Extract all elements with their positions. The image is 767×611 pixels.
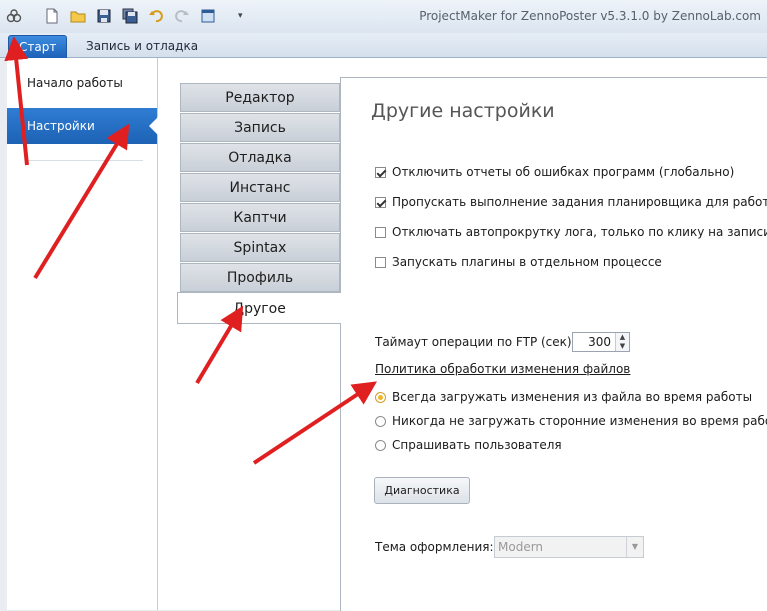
tab-record[interactable]: Запись	[180, 113, 340, 142]
radio-always-load[interactable]: Всегда загружать изменения из файла во в…	[375, 388, 752, 406]
checkbox-plugins-separate-process[interactable]: Запускать плагины в отдельном процессе	[375, 253, 662, 271]
undo-icon[interactable]	[148, 8, 164, 24]
theme-select[interactable]: Modern ▼	[494, 536, 644, 558]
window-title: ProjectMaker for ZennoPoster v5.3.1.0 by…	[419, 9, 761, 23]
settings-area: Редактор Запись Отладка Инстанс Каптчи S…	[158, 58, 767, 611]
checkbox-label: Отключить отчеты об ошибках программ (гл…	[392, 165, 735, 179]
theme-label: Тема оформления:	[375, 540, 494, 554]
tab-start[interactable]: Старт	[8, 35, 68, 58]
ftp-timeout-stepper[interactable]: 300 ▲ ▼	[572, 332, 630, 352]
ftp-timeout-value[interactable]: 300	[588, 335, 611, 349]
tab-editor[interactable]: Редактор	[180, 83, 340, 112]
checkbox-label: Отключать автопрокрутку лога, только по …	[392, 225, 767, 239]
redo-icon[interactable]	[174, 8, 190, 24]
sidebar-item-getting-started[interactable]: Начало работы	[7, 65, 157, 101]
checkbox-checked-icon[interactable]	[375, 167, 386, 178]
tab-other[interactable]: Другое	[177, 292, 341, 324]
settings-panel: Другие настройки Отключить отчеты об оши…	[340, 77, 767, 611]
radio-label: Спрашивать пользователя	[392, 438, 562, 452]
tab-captcha[interactable]: Каптчи	[180, 203, 340, 232]
checkbox-label: Пропускать выполнение задания планировщи…	[392, 195, 767, 209]
sidebar-divider	[25, 160, 143, 161]
radio-label: Всегда загружать изменения из файла во в…	[392, 390, 753, 404]
radio-selected-icon[interactable]	[375, 392, 386, 403]
selection-pointer-icon	[149, 117, 158, 135]
ftp-timeout-label: Таймаут операции по FTP (сек):	[375, 335, 576, 349]
tab-instance[interactable]: Инстанс	[180, 173, 340, 202]
checkbox-label: Запускать плагины в отдельном процессе	[392, 255, 662, 269]
window-icon[interactable]	[200, 8, 216, 24]
theme-select-value: Modern	[498, 540, 544, 554]
checkbox-disable-autoscroll[interactable]: Отключать автопрокрутку лога, только по …	[375, 223, 767, 241]
stepper-arrows-icon[interactable]: ▲ ▼	[615, 333, 629, 351]
radio-unselected-icon[interactable]	[375, 440, 386, 451]
sidebar-item-settings[interactable]: Настройки	[7, 108, 158, 144]
checkbox-skip-scheduler[interactable]: Пропускать выполнение задания планировщи…	[375, 193, 767, 211]
ribbon-tabs: Старт Запись и отладка	[0, 33, 767, 58]
sidebar: Начало работы Настройки	[7, 58, 158, 610]
radio-never-load[interactable]: Никогда не загружать сторонние изменения…	[375, 412, 767, 430]
chevron-down-icon[interactable]: ▼	[626, 537, 643, 557]
save-all-icon[interactable]	[122, 8, 138, 24]
radio-label: Никогда не загружать сторонние изменения…	[392, 414, 767, 428]
checkbox-unchecked-icon[interactable]	[375, 257, 386, 268]
diagnostics-button[interactable]: Диагностика	[374, 477, 470, 504]
panel-title: Другие настройки	[371, 100, 555, 122]
radio-ask-user[interactable]: Спрашивать пользователя	[375, 436, 562, 454]
file-change-policy-heading: Политика обработки изменения файлов	[375, 362, 631, 376]
open-folder-icon[interactable]	[70, 8, 86, 24]
radio-unselected-icon[interactable]	[375, 416, 386, 427]
new-file-icon[interactable]	[44, 8, 60, 24]
save-icon[interactable]	[96, 8, 112, 24]
tab-record-debug[interactable]: Запись и отладка	[76, 35, 208, 57]
checkbox-disable-error-reports[interactable]: Отключить отчеты об ошибках программ (гл…	[375, 163, 734, 181]
tab-spintax[interactable]: Spintax	[180, 233, 340, 262]
tab-profile[interactable]: Профиль	[180, 263, 340, 292]
checkbox-unchecked-icon[interactable]	[375, 227, 386, 238]
title-bar: ▾ ProjectMaker for ZennoPoster v5.3.1.0 …	[0, 0, 767, 34]
sidebar-item-label: Настройки	[27, 119, 95, 133]
customize-toolbar-icon[interactable]: ▾	[238, 11, 254, 27]
checkbox-checked-icon[interactable]	[375, 197, 386, 208]
app-logo-icon[interactable]	[6, 8, 22, 24]
tab-debug[interactable]: Отладка	[180, 143, 340, 172]
